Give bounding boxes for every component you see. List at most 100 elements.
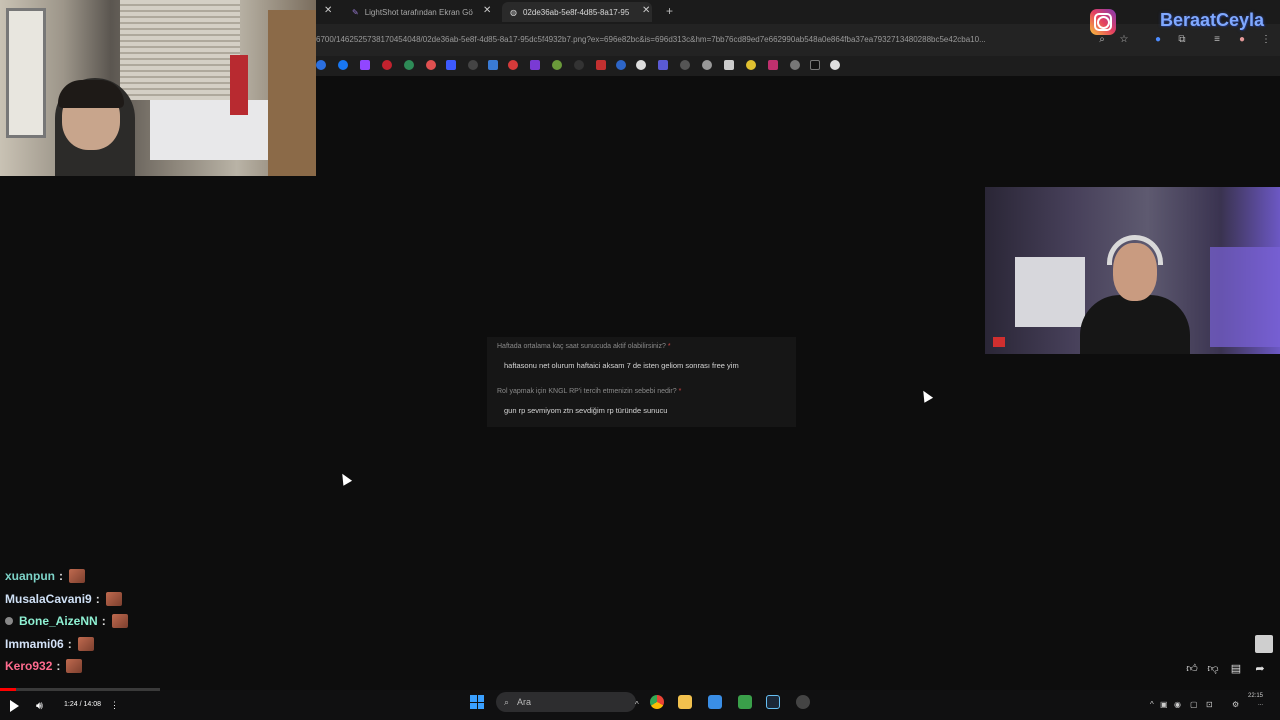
person-hair xyxy=(58,80,124,108)
bookmark-icon[interactable] xyxy=(446,60,456,70)
bookmark-icon[interactable] xyxy=(658,60,668,70)
application-form-image: Haftada ortalama kaç saat sunucuda aktif… xyxy=(487,337,796,427)
close-tab-icon[interactable]: ✕ xyxy=(642,5,650,16)
media-icon[interactable]: ≡ xyxy=(1211,34,1223,46)
bookmark-icon[interactable] xyxy=(382,60,392,70)
close-tab-icon[interactable]: ✕ xyxy=(324,5,332,16)
chat-badge-icon xyxy=(5,617,13,625)
chat-emote-icon xyxy=(111,614,128,628)
bookmark-icon[interactable] xyxy=(404,60,414,70)
bookmark-facebook-icon[interactable] xyxy=(338,60,348,70)
search-placeholder: Ara xyxy=(517,697,532,707)
menu-icon[interactable]: ⋮ xyxy=(1260,34,1272,46)
extension-blue-icon[interactable]: ● xyxy=(1152,34,1164,46)
chrome-icon[interactable] xyxy=(650,695,664,709)
search-icon: ⌕ xyxy=(504,696,510,707)
tray-app-icon[interactable]: ▢ xyxy=(1190,700,1198,709)
taskbar-search[interactable]: ⌕ Ara xyxy=(496,692,636,712)
chat-username: MusalaCavani9 xyxy=(5,591,92,606)
bookmark-icon[interactable] xyxy=(426,60,436,70)
form-question-1: Haftada ortalama kaç saat sunucuda aktif… xyxy=(497,343,671,350)
chat-separator: : xyxy=(95,591,100,606)
bookmark-icon[interactable] xyxy=(830,60,840,70)
browser-tab-bar: ✕ ✎ LightShot tarafından Ekran Gö ✕ ◍ 02… xyxy=(316,0,1280,24)
comment-icon[interactable]: ▤ xyxy=(1229,662,1243,676)
bookmark-icon[interactable] xyxy=(702,60,712,70)
windows-taskbar xyxy=(0,690,1280,720)
bookmark-icon[interactable] xyxy=(508,60,518,70)
bookmark-icon[interactable] xyxy=(790,60,800,70)
star-icon[interactable]: ☆ xyxy=(1118,34,1130,46)
bookmark-icon[interactable] xyxy=(680,60,690,70)
bookmark-icon[interactable] xyxy=(724,60,734,70)
chat-username: Immami06 xyxy=(5,636,64,651)
shelf-shape xyxy=(1015,257,1085,327)
dislike-icon[interactable]: 👎︎ xyxy=(1206,662,1220,676)
settings-icon[interactable]: ⚙ xyxy=(1232,700,1239,709)
headphones-shape xyxy=(1107,235,1163,265)
tray-app-icon[interactable]: ⊡ xyxy=(1206,700,1213,709)
bookmark-icon[interactable] xyxy=(810,60,820,70)
chat-message: Bone_AizeNN: xyxy=(5,611,128,631)
tray-app-icon[interactable]: ◉ xyxy=(1174,700,1181,709)
tray-chevron-icon[interactable]: ^ xyxy=(1150,700,1154,709)
instagram-handle: BeraatCeyla xyxy=(1160,10,1265,30)
folder-icon[interactable] xyxy=(678,695,692,709)
chat-username: Kero932 xyxy=(5,659,53,673)
video-time: 1:24 / 14:08 xyxy=(64,701,101,708)
bookmark-icon[interactable] xyxy=(574,60,584,70)
chat-message: Immami06: xyxy=(5,634,94,654)
bookmark-icon[interactable] xyxy=(596,60,606,70)
blinds-shape xyxy=(120,0,240,100)
streamer-webcam-right xyxy=(985,187,1280,354)
tray-app-icon[interactable]: ▣ xyxy=(1160,700,1168,709)
tab-image[interactable]: ◍ 02de36ab-5e8f-4d85-8a17-95 xyxy=(502,2,652,22)
video-progress-bar[interactable] xyxy=(0,688,160,691)
chat-separator: : xyxy=(101,614,106,628)
windows-start-icon[interactable] xyxy=(470,695,484,709)
mouse-cursor-icon xyxy=(918,388,934,403)
form-answer-2: gun rp sevmiyom ztn sevdiğim rp türünde … xyxy=(504,406,668,415)
tab-label: LightShot tarafından Ekran Gö xyxy=(364,7,473,17)
more-options-icon[interactable]: ⋮ xyxy=(110,700,119,711)
profile-icon[interactable]: ● xyxy=(1236,34,1248,46)
new-tab-button[interactable]: + xyxy=(666,4,673,18)
url-field[interactable]: 6700/1462525738170454048/02de36ab-5e8f-4… xyxy=(316,35,1086,44)
close-tab-icon[interactable]: ✕ xyxy=(483,5,491,16)
address-bar: 6700/1462525738170454048/02de36ab-5e8f-4… xyxy=(316,24,1280,56)
tab-lightshot[interactable]: ✎ LightShot tarafından Ekran Gö xyxy=(344,2,504,22)
bookmark-icon[interactable] xyxy=(768,60,778,70)
steam-icon[interactable] xyxy=(766,695,780,709)
chat-separator: : xyxy=(56,659,61,673)
bookmark-twitch-icon[interactable] xyxy=(360,60,370,70)
chat-separator: : xyxy=(59,569,63,583)
chat-emote-icon xyxy=(105,591,122,606)
feather-icon: ✎ xyxy=(352,7,359,17)
bookmark-icon[interactable] xyxy=(488,60,498,70)
like-icon[interactable]: 👍︎ xyxy=(1185,662,1199,676)
globe-icon: ◍ xyxy=(510,7,517,17)
bookmark-icon[interactable] xyxy=(530,60,540,70)
channel-avatar[interactable] xyxy=(1255,635,1273,653)
bookmark-icon[interactable] xyxy=(316,60,326,70)
chat-message: MusalaCavani9: xyxy=(5,589,122,609)
photos-icon[interactable] xyxy=(708,695,722,709)
taskbar-clock[interactable]: 22:15 ... xyxy=(1248,692,1263,708)
video-progress-fill xyxy=(0,688,16,691)
bookmark-icon[interactable] xyxy=(616,60,626,70)
bookmark-icon[interactable] xyxy=(636,60,646,70)
form-answer-1: haftasonu net olurum haftaici aksam 7 de… xyxy=(504,361,739,370)
volume-icon[interactable]: 🔊︎ xyxy=(36,700,43,713)
share-icon[interactable]: ➦ xyxy=(1253,662,1267,676)
bookmark-icon[interactable] xyxy=(552,60,562,70)
app-icon[interactable] xyxy=(738,695,752,709)
zoom-icon[interactable]: ⌕ xyxy=(1096,34,1108,46)
mouse-cursor-icon xyxy=(337,471,353,486)
chevron-up-icon[interactable]: ^ xyxy=(635,700,639,709)
bookmark-icon[interactable] xyxy=(746,60,756,70)
play-icon[interactable] xyxy=(10,700,19,712)
app-icon[interactable] xyxy=(796,695,810,709)
chat-message: xuanpun: xyxy=(5,566,85,586)
puzzle-icon[interactable]: ⧉ xyxy=(1176,34,1188,46)
bookmark-icon[interactable] xyxy=(468,60,478,70)
